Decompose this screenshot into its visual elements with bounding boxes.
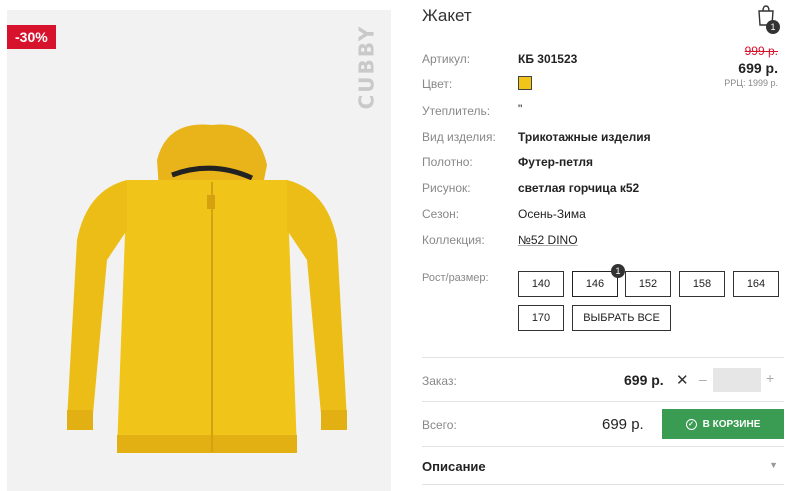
product-title: Жакет [422, 6, 472, 25]
attr-value-insulation: " [518, 102, 523, 116]
divider [422, 446, 784, 447]
check-icon: ✓ [685, 418, 697, 430]
size-option-158[interactable]: 158 [679, 271, 725, 297]
in-cart-label: В КОРЗИНЕ [702, 418, 761, 430]
quantity-increase-button[interactable]: + [766, 370, 774, 386]
cart-count-badge: 1 [766, 20, 780, 34]
quantity-decrease-button[interactable]: – [699, 371, 707, 387]
rrp-price: РРЦ: 1999 р. [724, 78, 778, 88]
current-price: 699 р. [738, 60, 778, 76]
discount-badge: -30% [7, 25, 56, 49]
attr-label-color: Цвет: [422, 77, 453, 91]
size-selected-count-badge: 1 [611, 264, 625, 278]
collection-link[interactable]: №52 DINO [518, 233, 578, 247]
attr-label-fabric: Полотно: [422, 155, 473, 169]
size-option-164[interactable]: 164 [733, 271, 779, 297]
total-label: Всего: [422, 418, 457, 432]
color-swatch[interactable] [518, 76, 532, 90]
quantity-input[interactable] [713, 368, 761, 392]
attr-value-pattern: светлая горчица к52 [518, 181, 640, 195]
brand-logo: CUBBY [354, 22, 379, 112]
old-price: 999 р. [744, 44, 778, 58]
size-option-170[interactable]: 170 [518, 305, 564, 331]
attr-label-collection: Коллекция: [422, 233, 485, 247]
in-cart-button[interactable]: ✓ В КОРЗИНЕ [662, 409, 784, 439]
attr-value-type: Трикотажные изделия [518, 130, 651, 144]
total-price: 699 р. [602, 416, 644, 433]
attr-label-type: Вид изделия: [422, 130, 496, 144]
size-option-152[interactable]: 152 [625, 271, 671, 297]
size-option-140[interactable]: 140 [518, 271, 564, 297]
attr-label-insulation: Утеплитель: [422, 104, 491, 118]
brand-name: CUBBY [354, 24, 379, 110]
order-price: 699 р. [624, 372, 664, 388]
attr-value-fabric: Футер-петля [518, 155, 594, 169]
attr-label-article: Артикул: [422, 52, 471, 66]
size-label: Рост/размер: [422, 272, 489, 284]
remove-item-icon[interactable]: ✕ [676, 371, 689, 389]
attr-label-season: Сезон: [422, 207, 460, 221]
attr-value-season: Осень-Зима [518, 207, 586, 221]
attr-label-pattern: Рисунок: [422, 181, 471, 195]
divider [422, 484, 784, 485]
chevron-down-icon[interactable]: ▼ [769, 460, 778, 470]
product-details: Жакет 1 Артикул: КБ 301523 Цвет: Утеплит… [422, 0, 784, 491]
product-image-panel[interactable]: -30% CUBBY [7, 10, 391, 491]
select-all-sizes-button[interactable]: ВЫБРАТЬ ВСЕ [572, 305, 671, 331]
attr-value-article: КБ 301523 [518, 52, 578, 66]
cart-button[interactable]: 1 [756, 4, 780, 34]
description-toggle[interactable]: Описание [422, 459, 486, 474]
divider [422, 401, 784, 402]
size-option-146[interactable]: 146 [572, 271, 618, 297]
divider [422, 357, 784, 358]
order-label: Заказ: [422, 374, 457, 388]
product-photo [67, 124, 347, 453]
